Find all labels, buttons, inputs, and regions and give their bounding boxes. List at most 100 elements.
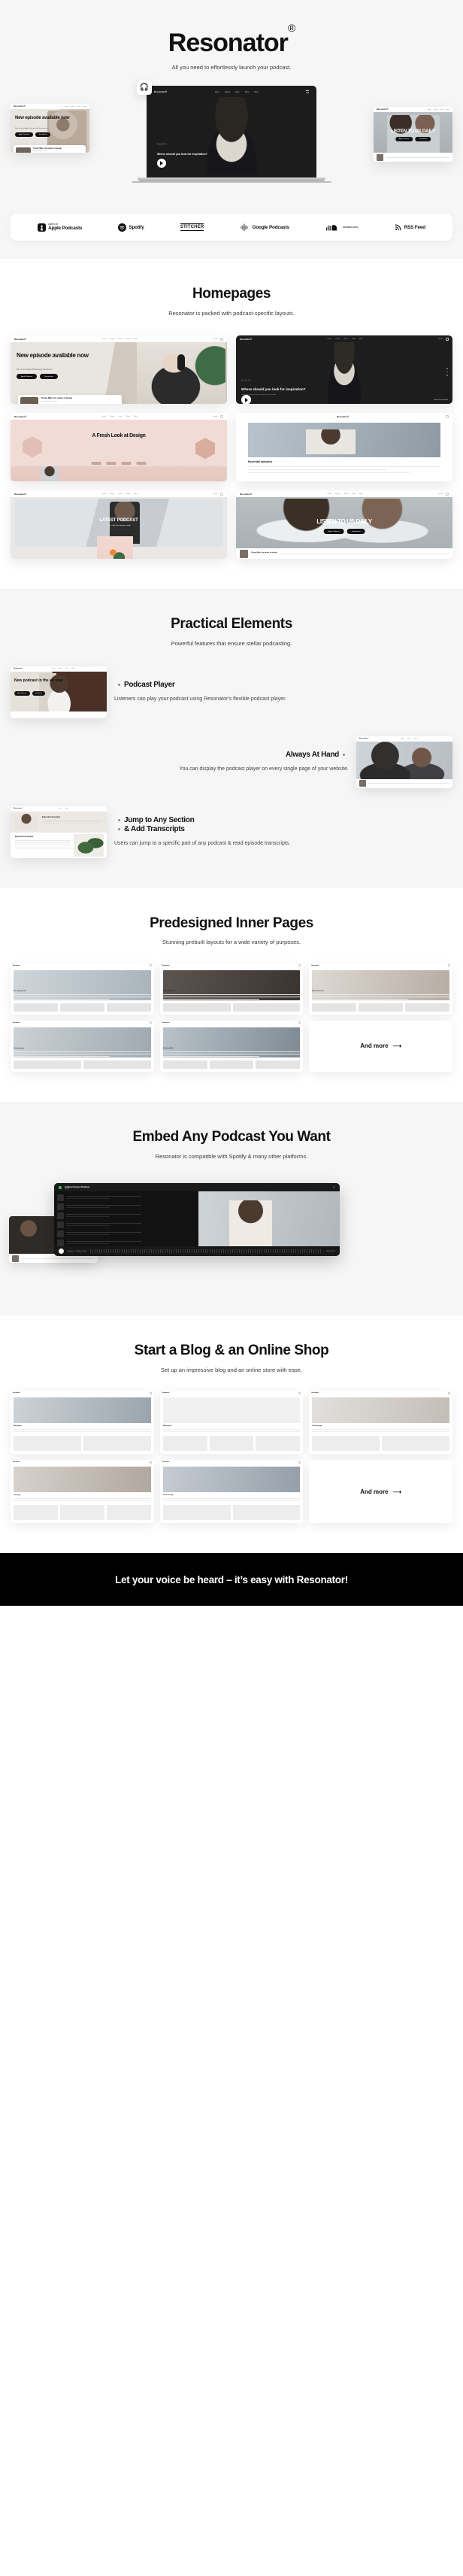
- nav-home[interactable]: Home: [102, 493, 107, 495]
- thumb-actions[interactable]: Search: [213, 492, 223, 496]
- menu-icon[interactable]: [298, 1391, 301, 1394]
- hero-laptop-preview[interactable]: Resonator® Home Pages Store Shop Blog Ep…: [132, 86, 331, 183]
- nav-store[interactable]: Store: [344, 338, 348, 340]
- play-icon[interactable]: [59, 1249, 64, 1255]
- apple-podcasts-button[interactable]: Apple Podcasts: [395, 137, 413, 141]
- inner-page-card-2[interactable]: Resonator® About the show: [159, 963, 304, 1015]
- nav-store[interactable]: Store: [65, 668, 68, 669]
- platform-soundcloud[interactable]: SOUNDCLOUD: [325, 223, 359, 232]
- homepage-thumb-fresh-look[interactable]: Resonator® Home Pages Store Shop Blog Se…: [11, 413, 227, 482]
- menu-icon[interactable]: [446, 414, 449, 418]
- waveform[interactable]: [89, 1249, 323, 1254]
- apple-podcasts-button[interactable]: Apple Podcasts: [17, 374, 38, 380]
- apple-podcasts-button[interactable]: Apple Podcasts: [323, 529, 344, 535]
- search-label[interactable]: Search: [213, 416, 218, 417]
- progress-bar[interactable]: [21, 1258, 95, 1259]
- play-icon[interactable]: [241, 395, 251, 405]
- thumb-nav[interactable]: Home Pages Store Shop Blog: [328, 338, 363, 340]
- search-label[interactable]: Search: [438, 493, 443, 495]
- menu-icon[interactable]: [298, 964, 301, 967]
- nav-home[interactable]: Home: [328, 338, 332, 340]
- platform-google-podcasts[interactable]: Google Podcasts: [241, 223, 289, 232]
- thumb-nav[interactable]: Home Pages Store: [401, 738, 417, 739]
- blog-shop-card-4[interactable]: Resonator® Cart page: [11, 1460, 154, 1524]
- nav-blog[interactable]: Blog: [134, 416, 137, 417]
- slider-dots[interactable]: [446, 368, 448, 377]
- blog-shop-card-3[interactable]: Resonator® Product page: [309, 1391, 452, 1455]
- list-item[interactable]: [57, 1203, 141, 1211]
- nav-store[interactable]: Store: [344, 493, 348, 495]
- nav-shop[interactable]: Shop: [126, 416, 130, 417]
- nav-home[interactable]: Home: [401, 738, 404, 739]
- laptop-nav[interactable]: Home Pages Store Shop Blog: [215, 91, 258, 93]
- nav-blog[interactable]: Blog: [359, 338, 362, 340]
- menu-icon[interactable]: [220, 414, 223, 418]
- homepage-thumb-dark-inspiration[interactable]: Resonator® Home Pages Store Shop Blog Se…: [236, 335, 452, 405]
- nav-pages[interactable]: Pages: [65, 808, 68, 809]
- preview-store-buttons[interactable]: Apple Podcasts Soundcloud: [395, 137, 431, 141]
- nav-store[interactable]: Store: [235, 91, 240, 93]
- menu-icon[interactable]: [305, 90, 309, 93]
- inner-page-card-4[interactable]: Resonator® Contact page: [11, 1020, 154, 1072]
- inner-page-card-1[interactable]: Resonator® The episode list: [11, 963, 154, 1015]
- nav-pages[interactable]: Pages: [407, 738, 411, 739]
- thumb-actions[interactable]: Search: [213, 337, 223, 341]
- blog-shop-card-5[interactable]: Resonator® Checkout page: [159, 1460, 304, 1524]
- menu-icon[interactable]: [298, 1461, 301, 1464]
- apple-podcasts-button[interactable]: Apple Podcasts: [14, 690, 30, 696]
- menu-icon[interactable]: [149, 1021, 152, 1024]
- homepage-thumb-interview[interactable]: Resonator® Essential episodes: [236, 413, 452, 482]
- progress-bar[interactable]: [368, 783, 449, 784]
- list-item[interactable]: [57, 1239, 141, 1247]
- list-item[interactable]: [57, 1212, 141, 1220]
- nav-pages[interactable]: Pages: [110, 493, 114, 495]
- search-label[interactable]: Search: [213, 493, 218, 495]
- menu-icon[interactable]: [220, 337, 223, 341]
- nav-home[interactable]: Home: [215, 91, 219, 93]
- soundcloud-button[interactable]: Soundcloud: [32, 690, 45, 696]
- soundcloud-button[interactable]: Soundcloud: [40, 374, 58, 380]
- menu-icon[interactable]: [448, 964, 450, 967]
- homepage-thumb-new-episode[interactable]: Resonator® Home Pages Store Shop Blog Se…: [11, 335, 227, 405]
- search-label[interactable]: Search: [438, 338, 443, 340]
- nav-store[interactable]: Store: [119, 416, 123, 417]
- menu-icon[interactable]: [149, 1391, 152, 1394]
- nav-blog[interactable]: Blog: [359, 493, 362, 495]
- preview-player[interactable]: [374, 153, 452, 162]
- thumb-nav[interactable]: Home Pages Store Shop Blog: [102, 493, 138, 495]
- menu-icon[interactable]: [149, 1461, 152, 1464]
- spotify-playbar[interactable]: Episode 4 · The Art on Daily 00:00 / 43:…: [54, 1246, 340, 1257]
- list-item[interactable]: [57, 1194, 141, 1202]
- menu-icon[interactable]: [220, 492, 223, 496]
- thumb-nav[interactable]: Home Pages Store Shop Blog: [102, 416, 138, 417]
- preview-store-buttons[interactable]: Apple Podcasts Soundcloud: [15, 132, 51, 137]
- platform-rss[interactable]: RSS Feed: [395, 223, 425, 231]
- sticky-player[interactable]: [356, 778, 452, 788]
- menu-icon[interactable]: [446, 492, 449, 496]
- nav-store[interactable]: Store: [119, 338, 123, 340]
- thumb-nav[interactable]: Home Pages Store Shop Blog: [102, 338, 138, 340]
- blog-shop-card-1[interactable]: Resonator® Blog layout: [11, 1391, 154, 1455]
- thumb-player[interactable]: Timmy Mike: the nature of design Latest …: [18, 395, 122, 405]
- thumb-nav[interactable]: Home Pages Store Shop Blog: [328, 493, 363, 495]
- homepage-thumb-listen-daily[interactable]: Resonator® Home Pages Store Shop Blog Se…: [236, 490, 452, 560]
- inner-page-card-5[interactable]: Resonator® Guest profile: [159, 1020, 304, 1072]
- nav-home[interactable]: Home: [328, 493, 332, 495]
- soundcloud-button[interactable]: Soundcloud: [35, 132, 51, 137]
- nav-pages[interactable]: Pages: [335, 493, 340, 495]
- nav-home[interactable]: Home: [52, 668, 56, 669]
- thumb-player[interactable]: Timmy Mike: the nature of design Latest …: [236, 548, 452, 560]
- nav-blog[interactable]: Blog: [254, 91, 258, 93]
- preview-player[interactable]: Timmy Mike: the nature of design Latest …: [14, 145, 86, 153]
- inner-page-card-3[interactable]: Resonator® Meet the hosts: [309, 963, 452, 1015]
- list-item[interactable]: [57, 1221, 141, 1229]
- soundcloud-button[interactable]: Soundcloud: [346, 529, 365, 535]
- thumb-actions[interactable]: Search: [213, 414, 223, 418]
- progress-bar[interactable]: [386, 156, 449, 158]
- thumb-store-buttons[interactable]: Apple Podcasts Soundcloud: [17, 374, 58, 380]
- menu-icon[interactable]: [149, 964, 152, 967]
- nav-shop[interactable]: Shop: [71, 668, 74, 669]
- apple-podcasts-button[interactable]: Apple Podcasts: [15, 132, 33, 137]
- nav-shop[interactable]: Shop: [126, 338, 130, 340]
- thumb-actions[interactable]: Search: [438, 492, 449, 496]
